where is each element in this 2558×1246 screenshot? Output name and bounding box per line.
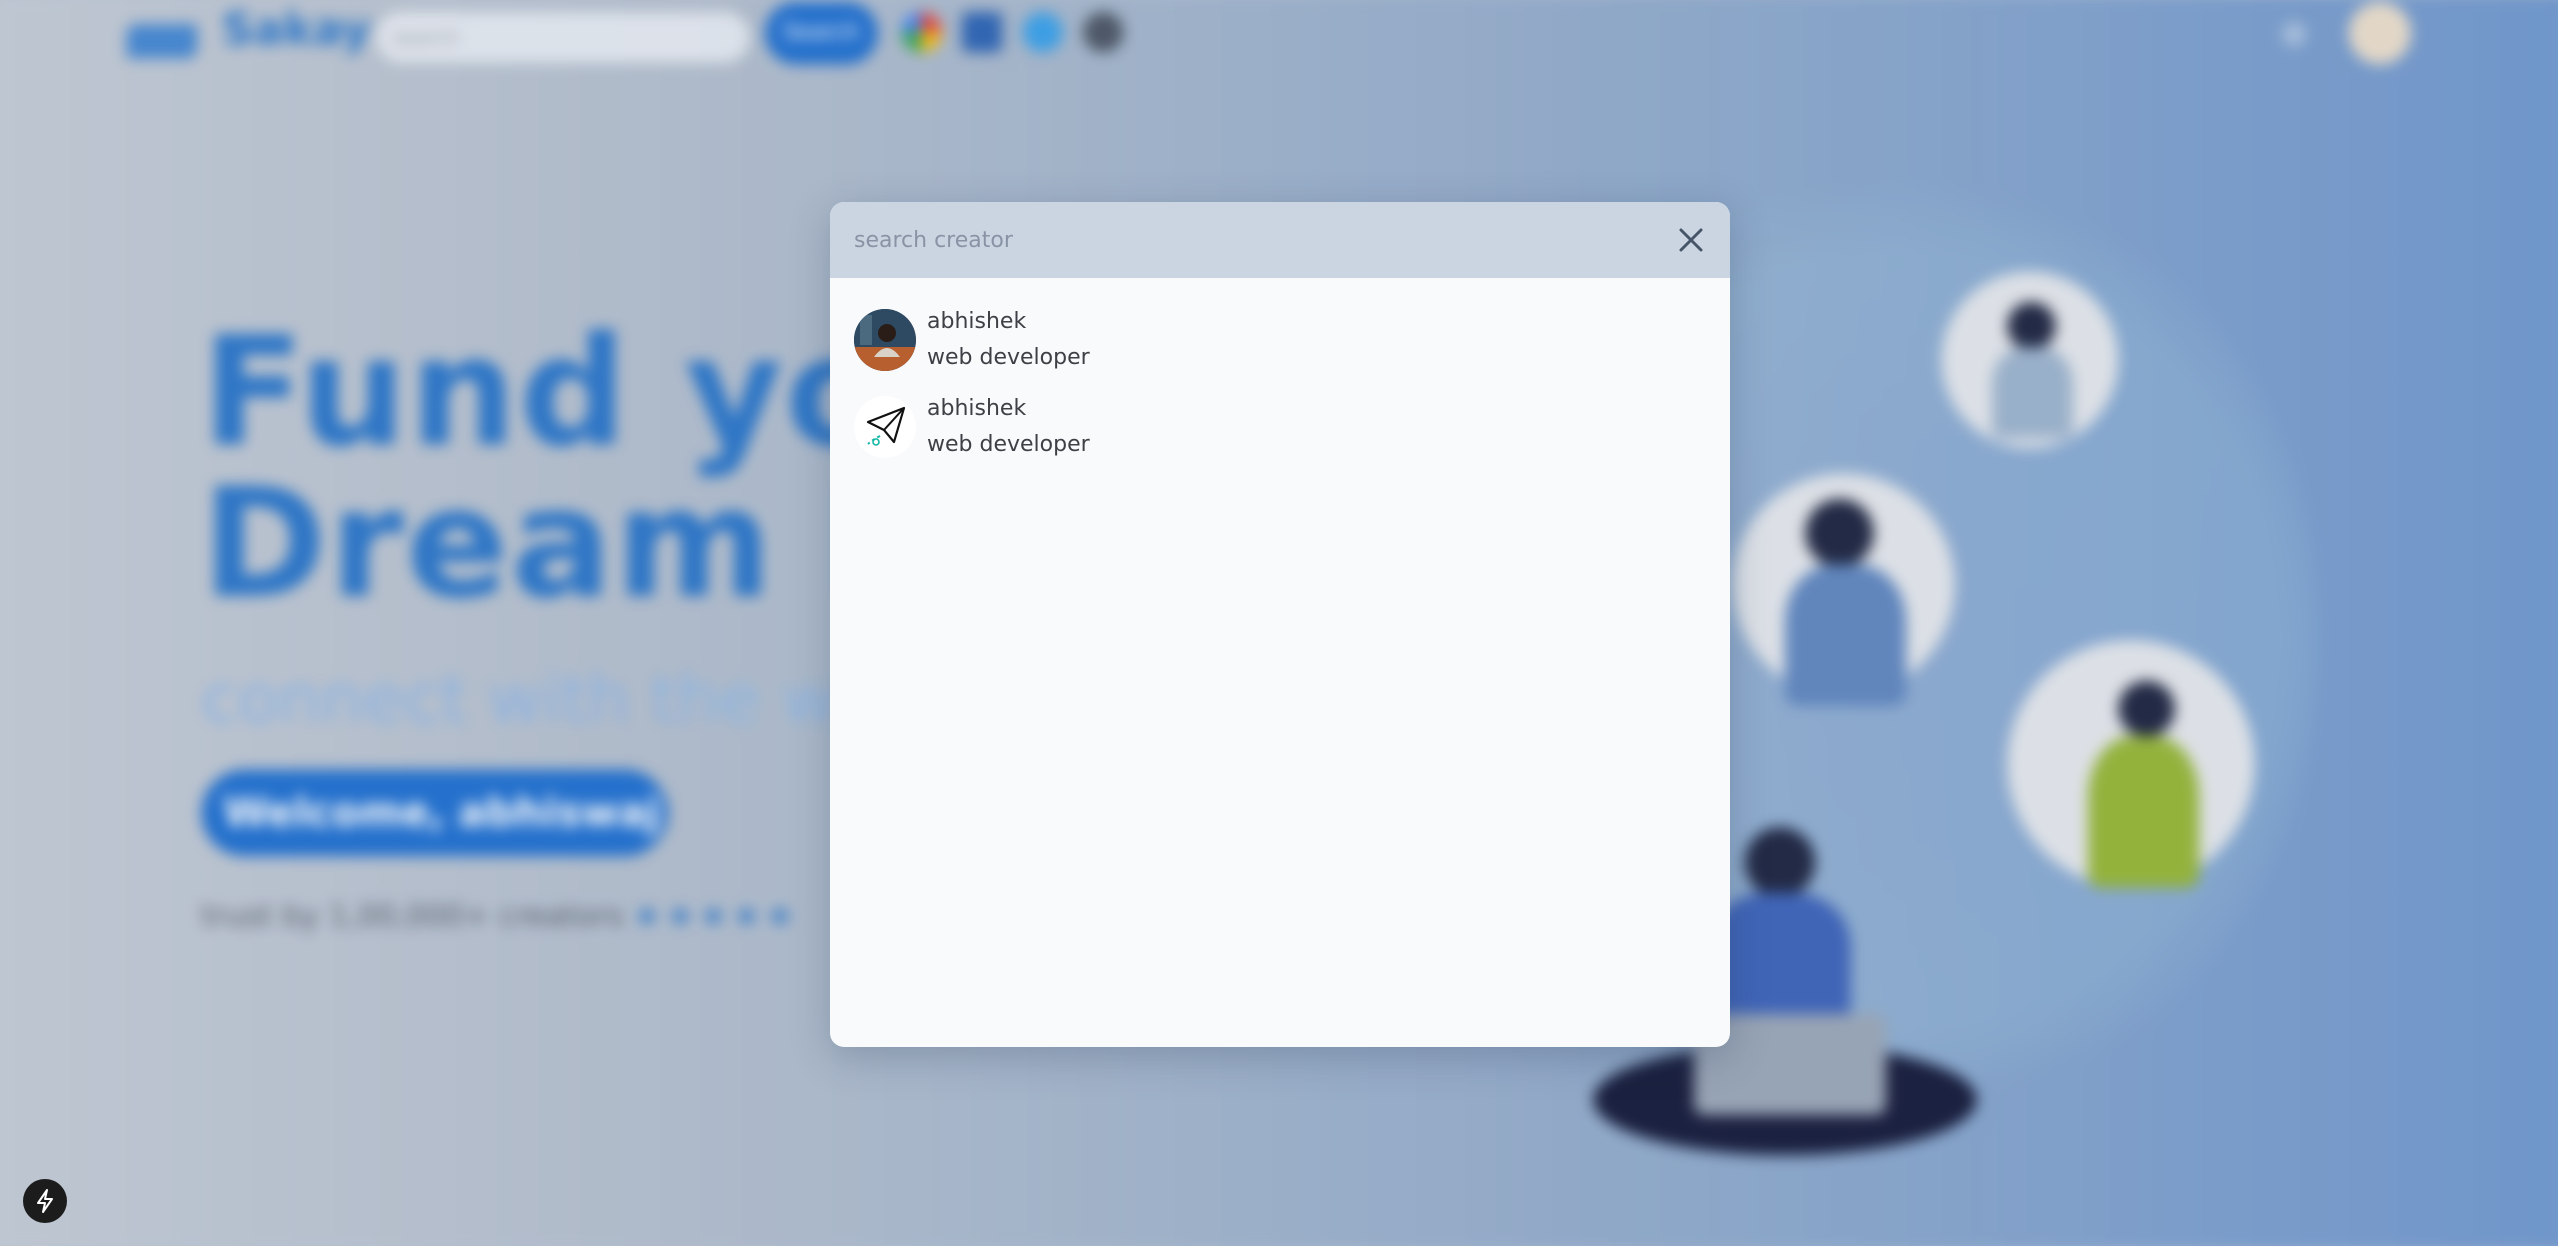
close-button[interactable] (1674, 223, 1708, 257)
creator-name: abhishek (927, 308, 1027, 334)
search-result-item[interactable]: abhishek web developer (830, 296, 1730, 383)
lightning-bolt-icon (37, 1189, 53, 1213)
creator-avatar (854, 395, 916, 458)
creator-role: web developer (927, 431, 1090, 457)
dev-tools-badge[interactable] (23, 1179, 67, 1223)
creator-name: abhishek (927, 395, 1027, 421)
modal-header (830, 202, 1730, 278)
creator-role: web developer (927, 344, 1090, 370)
creator-avatar (854, 308, 916, 371)
search-results-list: abhishek web developer abhishek web deve… (830, 278, 1730, 470)
search-creator-input[interactable] (830, 202, 1650, 278)
search-creator-modal: abhishek web developer abhishek web deve… (830, 202, 1730, 1047)
search-result-item[interactable]: abhishek web developer (830, 383, 1730, 470)
close-icon (1679, 228, 1703, 252)
paper-plane-icon (866, 406, 906, 446)
photo-avatar-icon (854, 308, 916, 371)
